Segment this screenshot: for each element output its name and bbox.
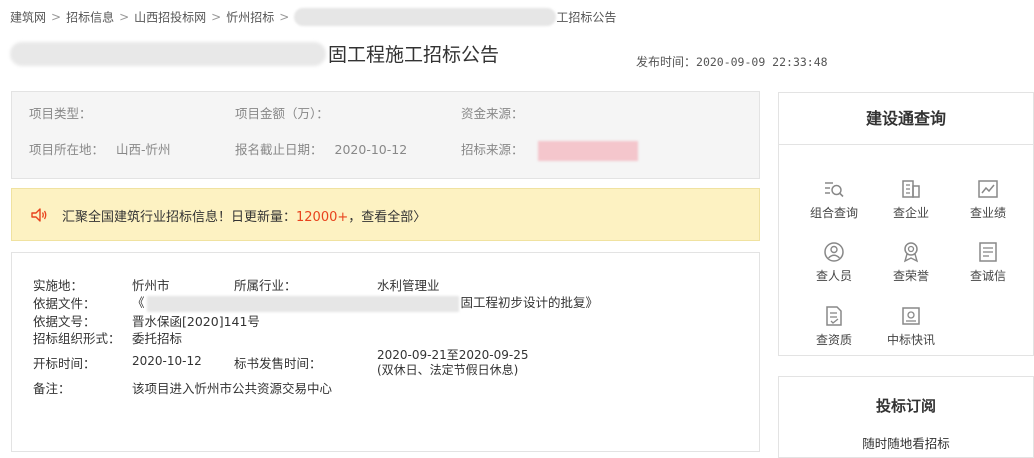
combined-search-icon xyxy=(825,182,844,198)
location-label: 项目所在地： xyxy=(29,142,105,157)
signup-deadline: 报名截止日期： 2020-10-12 xyxy=(235,139,407,158)
notice-text[interactable]: 汇聚全国建筑行业招标信息！日更新量：12000+，查看全部〉 xyxy=(62,206,426,225)
qualification-icon xyxy=(826,306,842,326)
publish-label: 发布时间： xyxy=(636,55,697,69)
performance-chart-icon xyxy=(978,180,998,198)
sidebar-item-combined-search[interactable]: 组合查询 xyxy=(799,178,869,221)
sidebar-item-label: 查资质 xyxy=(815,333,852,347)
notice-text-before: 汇聚全国建筑行业招标信息！日更新量： xyxy=(62,210,297,225)
bid-source-label: 招标来源： xyxy=(461,142,524,157)
sidebar-item-person[interactable]: 查人员 xyxy=(799,241,869,284)
credit-doc-icon xyxy=(979,242,997,262)
sidebar-item-company[interactable]: 查企业 xyxy=(876,178,946,221)
breadcrumb-redacted xyxy=(294,8,557,26)
sidebar-item-label: 查企业 xyxy=(892,206,929,220)
project-info-card: 项目类型： 项目金额（万）： 资金来源： 项目所在地： 山西-忻州 报名截止日期：… xyxy=(11,91,760,179)
publish-value: 2020-09-09 22:33:48 xyxy=(696,55,828,69)
project-detail-card: 实施地： 忻州市 所属行业： 水利管理业 依据文件： 《固工程初步设计的批复》 … xyxy=(11,252,760,452)
speaker-icon xyxy=(31,208,47,222)
project-amount: 项目金额（万）： xyxy=(235,103,329,122)
breadcrumb-separator: > xyxy=(51,10,62,24)
breadcrumb-item-current: 工招标公告 xyxy=(556,10,617,25)
project-location: 项目所在地： 山西-忻州 xyxy=(29,139,171,158)
basis-file-redacted xyxy=(146,295,459,312)
breadcrumb: 建筑网 > 招标信息 > 山西招投标网 > 忻州招标 > 工招标公告 xyxy=(10,8,616,26)
fund-source: 资金来源： xyxy=(461,103,524,122)
basis-file-label: 依据文件： xyxy=(33,296,96,311)
deadline-value: 2020-10-12 xyxy=(334,142,408,157)
sidebar-item-label: 查荣誉 xyxy=(892,269,929,283)
basis-file-value: 《 固工程初步设计的批复》 xyxy=(132,292,598,312)
sidebar-item-label: 查业绩 xyxy=(969,206,1006,220)
page-title: 固工程施工招标公告 xyxy=(10,40,499,70)
subscription-subtitle: 随时随地看招标 xyxy=(862,436,950,451)
org-form-value: 委托招标 xyxy=(132,331,183,346)
award-icon xyxy=(903,242,919,263)
subscription-sidebar[interactable]: 投标订阅 随时随地看招标 xyxy=(778,376,1034,458)
open-time-label: 开标时间： xyxy=(33,356,96,371)
location-value: 山西-忻州 xyxy=(116,142,171,157)
breadcrumb-separator: > xyxy=(279,10,290,24)
project-type: 项目类型： xyxy=(29,103,92,122)
breadcrumb-separator: > xyxy=(119,10,130,24)
impl-label: 实施地： xyxy=(33,278,84,293)
subscription-title: 投标订阅 xyxy=(875,397,936,415)
deadline-label: 报名截止日期： xyxy=(235,142,323,157)
breadcrumb-item-xinzhou[interactable]: 忻州招标 xyxy=(226,11,274,25)
sale-time-value-line2: (双休日、法定节假日休息) xyxy=(377,363,519,377)
sidebar-title: 建设通查询 xyxy=(779,93,1033,145)
sidebar-item-label: 中标快讯 xyxy=(886,333,935,347)
title-redacted xyxy=(10,41,326,66)
notice-view-all-link[interactable]: ，查看全部〉 xyxy=(348,210,426,225)
publish-time: 发布时间：2020-09-09 22:33:48 xyxy=(636,53,828,70)
sidebar-item-credit[interactable]: 查诚信 xyxy=(953,241,1023,284)
basis-file-prefix: 《 xyxy=(132,295,145,310)
bid-news-icon xyxy=(902,307,920,325)
sidebar-item-performance[interactable]: 查业绩 xyxy=(953,178,1023,221)
bid-source-redacted xyxy=(537,140,638,161)
breadcrumb-item-bid-info[interactable]: 招标信息 xyxy=(66,11,114,25)
basis-file-suffix: 固工程初步设计的批复》 xyxy=(460,295,599,310)
sidebar-item-qualification[interactable]: 查资质 xyxy=(799,305,869,348)
sale-time-label: 标书发售时间： xyxy=(234,356,322,371)
breadcrumb-item-shanxi[interactable]: 山西招投标网 xyxy=(134,11,206,25)
breadcrumb-separator: > xyxy=(211,10,222,24)
sidebar-item-label: 查诚信 xyxy=(969,269,1006,283)
notice-banner[interactable]: 汇聚全国建筑行业招标信息！日更新量：12000+，查看全部〉 xyxy=(11,188,760,241)
sidebar-item-label: 组合查询 xyxy=(809,206,858,220)
sidebar-item-award[interactable]: 查荣誉 xyxy=(876,241,946,284)
query-sidebar: 建设通查询 组合查询 查企业 查业绩 查人员 查荣誉 查诚信 查资质 中标快讯 xyxy=(778,92,1034,356)
remark-label: 备注： xyxy=(33,381,71,396)
sidebar-item-label: 查人员 xyxy=(815,269,852,283)
remark-value: 该项目进入忻州市公共资源交易中心 xyxy=(132,381,333,396)
open-time-value: 2020-10-12 xyxy=(132,354,202,368)
sidebar-item-bid-news[interactable]: 中标快讯 xyxy=(876,305,946,348)
notice-highlight-count: 12000+ xyxy=(296,210,349,225)
title-text: 固工程施工招标公告 xyxy=(328,44,500,66)
breadcrumb-item-home[interactable]: 建筑网 xyxy=(10,11,46,25)
project-amount-label: 项目金额（万）： xyxy=(235,106,329,121)
project-type-label: 项目类型： xyxy=(29,106,92,121)
person-icon xyxy=(824,242,844,262)
bid-source: 招标来源： xyxy=(461,139,638,161)
company-icon xyxy=(902,180,920,198)
org-form-label: 招标组织形式： xyxy=(33,331,121,346)
fund-source-label: 资金来源： xyxy=(461,106,524,121)
